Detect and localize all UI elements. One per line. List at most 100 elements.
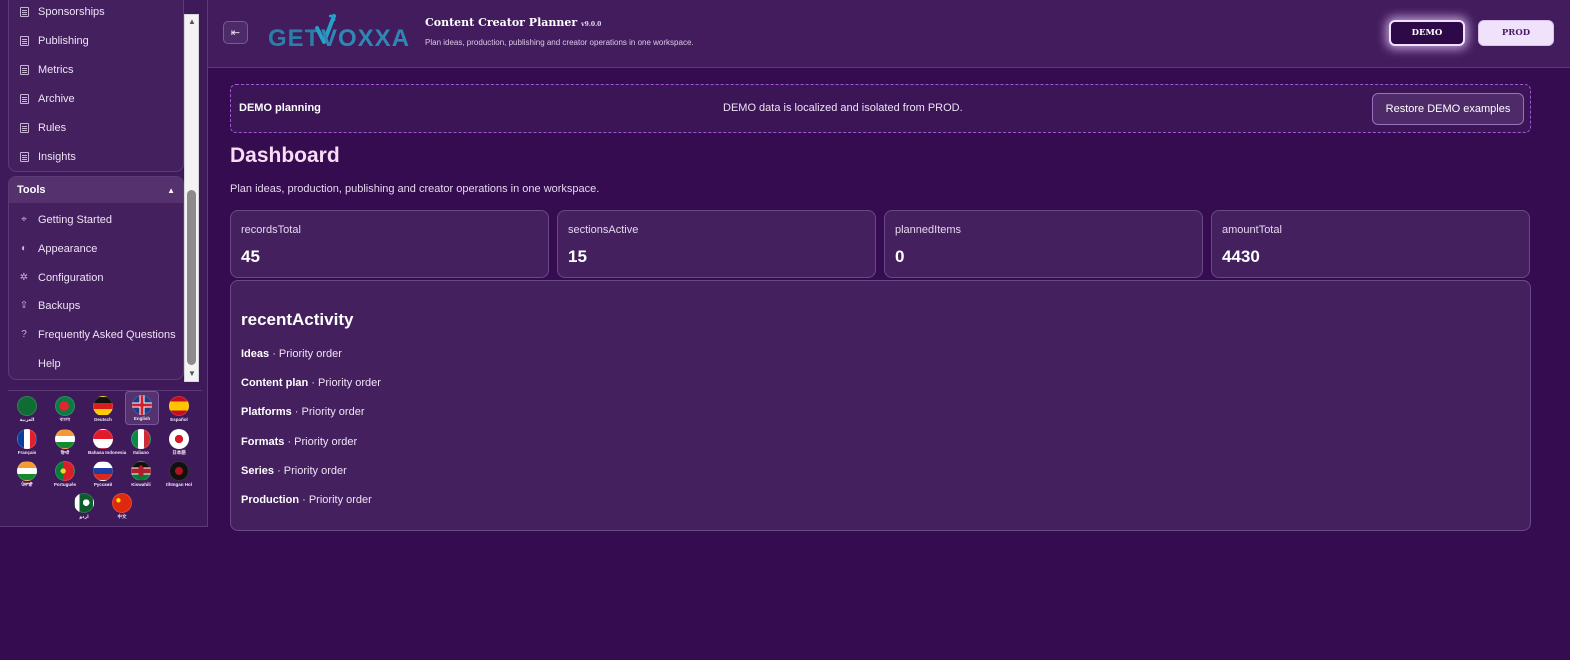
recent-activity-title: recentActivity [241, 310, 354, 329]
language-japanese[interactable]: 日本語 [164, 426, 194, 458]
restore-demo-button[interactable]: Restore DEMO examples [1372, 93, 1524, 125]
sidebar-item-label: Insights [38, 151, 76, 163]
sidebar-item-insights[interactable]: Insights [19, 144, 184, 170]
page-title: Dashboard [230, 144, 340, 167]
stat-card-records-total: recordsTotal 45 [230, 210, 549, 278]
language-italian[interactable]: Italiano [126, 426, 156, 458]
stat-label: amountTotal [1222, 224, 1282, 236]
app-subtitle: Plan ideas, production, publishing and c… [425, 38, 694, 47]
sidebar-item-label: Publishing [38, 35, 89, 47]
sidebar-item-help[interactable]: Help [19, 351, 184, 377]
prod-env-button[interactable]: PROD [1478, 20, 1554, 46]
language-french[interactable]: Français [12, 426, 42, 458]
language-german[interactable]: Deutsch [88, 393, 118, 425]
document-icon [19, 94, 29, 104]
flag-icon [17, 396, 37, 416]
demo-banner-message: DEMO data is localized and isolated from… [723, 102, 963, 114]
language-indonesian[interactable]: Bahasa Indonesia [88, 426, 126, 458]
language-chinese[interactable]: 中文 [107, 490, 137, 522]
sections-panel: Sponsorships Publishing Metrics Archive … [8, 0, 184, 172]
activity-row: Production · Priority order [241, 494, 372, 506]
gear-icon: ✲ [19, 272, 29, 283]
sidebar-item-publishing[interactable]: Publishing [19, 28, 184, 54]
language-spanish[interactable]: Español [164, 393, 194, 425]
sidebar-item-label: Frequently Asked Questions [38, 329, 176, 341]
sidebar-item-sponsorships[interactable]: Sponsorships [19, 0, 184, 25]
language-portuguese[interactable]: Português [50, 458, 80, 490]
sidebar-item-configuration[interactable]: ✲ Configuration [19, 265, 184, 291]
flag-icon [55, 429, 75, 449]
palette-icon: ◐ [20, 243, 28, 254]
stat-label: plannedItems [895, 224, 962, 236]
sidebar-item-label: Backups [38, 300, 81, 312]
sidebar-item-appearance[interactable]: ◐ Appearance [19, 236, 184, 262]
demo-banner-title: DEMO planning [239, 102, 321, 114]
collapse-menu-icon: ⇤ [230, 27, 241, 39]
stat-value: 15 [568, 247, 587, 266]
scroll-up-icon[interactable]: ▲ [187, 17, 197, 27]
recent-activity-card: recentActivity Ideas · Priority order Co… [230, 280, 1531, 531]
flag-icon [169, 396, 189, 416]
app-version: v9.0.0 [581, 21, 602, 28]
language-english[interactable]: English [125, 391, 159, 425]
document-icon [19, 36, 29, 46]
sidebar-item-archive[interactable]: Archive [19, 86, 184, 112]
activity-row: Formats · Priority order [241, 436, 358, 448]
scrollbar-thumb[interactable] [187, 190, 196, 365]
flag-icon [131, 429, 151, 449]
flag-icon [17, 429, 37, 449]
flag-icon [93, 396, 113, 416]
stat-value: 45 [241, 247, 260, 266]
activity-row: Series · Priority order [241, 465, 347, 477]
stat-card-sections-active: sectionsActive 15 [557, 210, 876, 278]
sidebar-item-label: Getting Started [38, 214, 112, 226]
document-icon [19, 152, 29, 162]
flag-icon [55, 461, 75, 481]
flag-icon [169, 461, 189, 481]
language-urdu[interactable]: اردو [69, 490, 99, 522]
language-russian[interactable]: Русский [88, 458, 118, 490]
stat-value: 0 [895, 247, 905, 266]
stat-card-amount-total: amountTotal 4430 [1211, 210, 1530, 278]
flag-icon [17, 461, 37, 481]
sidebar-item-label: Archive [38, 93, 75, 105]
activity-row: Ideas · Priority order [241, 348, 342, 360]
sidebar-item-metrics[interactable]: Metrics [19, 57, 184, 83]
sidebar-item-label: Appearance [38, 243, 98, 255]
language-bengali[interactable]: বাংলা [50, 393, 80, 425]
demo-banner: DEMO planning DEMO data is localized and… [230, 84, 1531, 133]
language-punjabi[interactable]: ਪੰਜਾਬੀ [12, 458, 42, 490]
upload-icon: ⇪ [19, 300, 29, 311]
sidebar-item-label: Rules [38, 122, 67, 134]
scroll-down-icon[interactable]: ▼ [187, 369, 197, 379]
language-arabic[interactable]: العربية [12, 393, 42, 425]
tools-section-toggle[interactable]: Tools ▲ [9, 177, 183, 203]
demo-env-button[interactable]: DEMO [1389, 20, 1465, 46]
flag-icon [112, 493, 132, 513]
language-selector: العربية বাংলা Deutsch English Español Fr… [8, 390, 202, 522]
activity-row: Content plan · Priority order [241, 377, 381, 389]
sidebar-item-faq[interactable]: ? Frequently Asked Questions [19, 322, 184, 348]
chevron-up-icon: ▲ [167, 185, 175, 195]
tools-panel: Tools ▲ ⌖ Getting Started ◐ Appearance ✲… [8, 176, 184, 380]
sidebar-item-backups[interactable]: ⇪ Backups [19, 293, 184, 319]
flag-icon [169, 429, 189, 449]
document-icon [19, 7, 29, 17]
document-icon [19, 123, 29, 133]
sidebar-item-rules[interactable]: Rules [19, 115, 184, 141]
activity-row: Platforms · Priority order [241, 406, 365, 418]
language-swahili[interactable]: Kiswahili [126, 458, 156, 490]
language-hindi[interactable]: हिन्दी [50, 426, 80, 458]
app-title: Content Creator Planner v9.0.0 [425, 16, 602, 29]
sidebar-item-label: Sponsorships [38, 6, 105, 18]
sidebar-scrollbar[interactable]: ▲ ▼ [184, 14, 199, 382]
collapse-sidebar-button[interactable]: ⇤ [223, 21, 248, 44]
sidebar-item-getting-started[interactable]: ⌖ Getting Started [19, 207, 184, 233]
language-klingon[interactable]: tlhIngan Hol [164, 458, 194, 490]
tools-heading: Tools [17, 184, 46, 196]
flag-icon [132, 395, 152, 415]
sidebar-item-label: Help [38, 358, 61, 370]
sidebar-scroll-area: Sponsorships Publishing Metrics Archive … [0, 0, 200, 384]
question-icon: ? [21, 329, 27, 340]
sidebar-item-label: Metrics [38, 64, 74, 76]
